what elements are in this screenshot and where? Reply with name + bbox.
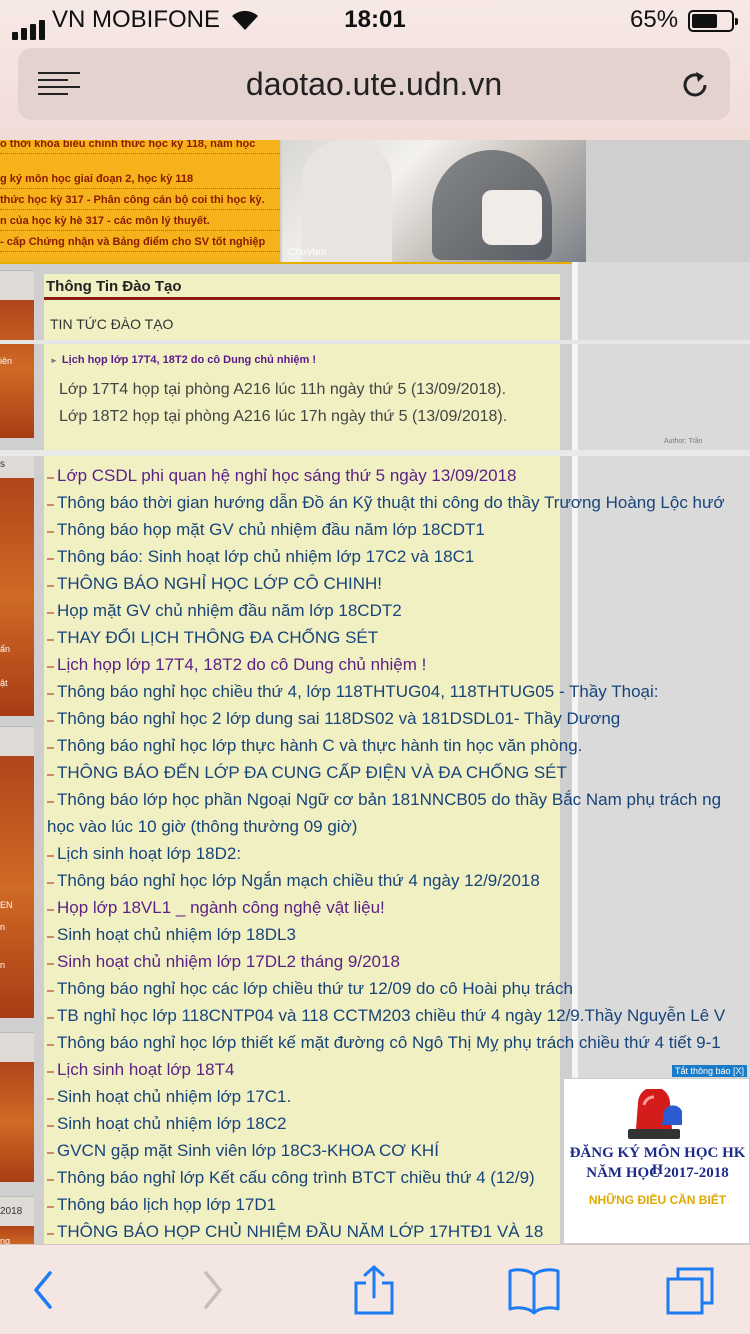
news-item[interactable]: Thông báo nghỉ học lớp Ngắn mạch chiều t… bbox=[47, 867, 750, 894]
status-bar: VN MOBIFONE 18:01 65% bbox=[0, 0, 750, 42]
sidebar-block[interactable]: iên bbox=[0, 300, 34, 438]
banner-divider bbox=[0, 262, 586, 264]
photo-watermark: ChoVam bbox=[288, 247, 327, 258]
news-item-continuation[interactable]: học vào lúc 10 giờ (thông thường 09 giờ) bbox=[47, 813, 750, 840]
bookmarks-icon[interactable] bbox=[504, 1265, 564, 1315]
browser-chrome-top: VN MOBIFONE 18:01 65% daotao.ute.udn.vn bbox=[0, 0, 750, 140]
banner-news-item[interactable]: thức học kỳ 317 - Phân công cán bộ coi t… bbox=[0, 192, 280, 210]
forward-icon[interactable] bbox=[182, 1265, 242, 1315]
news-item[interactable]: Thông báo nghỉ học các lớp chiều thứ tư … bbox=[47, 975, 750, 1002]
subsection-title: TIN TỨC ĐÀO TẠO bbox=[50, 316, 174, 332]
sidebar-fragment: n bbox=[0, 922, 6, 932]
news-item[interactable]: TB nghỉ học lớp 118CNTP04 và 118 CCTM203… bbox=[47, 1002, 750, 1029]
sidebar-fragment: iên bbox=[0, 356, 13, 366]
news-item[interactable]: THÔNG BÁO NGHỈ HỌC LỚP CÔ CHINH! bbox=[47, 570, 750, 597]
featured-line: Lớp 17T4 họp tại phòng A216 lúc 11h ngày… bbox=[59, 381, 507, 398]
section-title: Thông Tin Đào Tạo bbox=[46, 278, 182, 295]
sidebar-block[interactable]: EN n n bbox=[0, 756, 34, 1018]
sidebar-fragment: ng bbox=[0, 1236, 11, 1244]
sidebar-block[interactable]: ẩn ật bbox=[0, 478, 34, 716]
banner-news-item[interactable]: g ký môn học giai đoạn 2, học kỳ 118 bbox=[0, 171, 280, 189]
section-rule bbox=[44, 297, 560, 300]
sidebar-fragment: n bbox=[0, 960, 6, 970]
news-item[interactable]: Sinh hoạt chủ nhiệm lớp 17DL2 tháng 9/20… bbox=[47, 948, 750, 975]
banner-news-item[interactable]: o thời khóa biểu chính thức học kỳ 118, … bbox=[0, 140, 280, 154]
sidebar-block[interactable]: ng bbox=[0, 1226, 34, 1244]
news-item[interactable]: Lịch họp lớp 17T4, 18T2 do cô Dung chủ n… bbox=[47, 651, 750, 678]
battery-percent: 65% bbox=[630, 6, 679, 33]
left-sidebar: iên s ẩn ật EN n n 2018 ng bbox=[0, 270, 34, 1244]
featured-divider bbox=[0, 450, 750, 456]
featured-line: Lớp 18T2 họp tại phòng A216 lúc 17h ngày… bbox=[59, 408, 508, 425]
news-item[interactable]: Thông báo họp mặt GV chủ nhiệm đầu năm l… bbox=[47, 516, 750, 543]
featured-news-link[interactable]: Lịch họp lớp 17T4, 18T2 do cô Dung chủ n… bbox=[50, 354, 316, 366]
subsection-divider bbox=[0, 340, 750, 344]
banner-photo: ChoVam bbox=[282, 140, 586, 262]
news-item[interactable]: Thông báo nghỉ học 2 lớp dung sai 118DS0… bbox=[47, 705, 750, 732]
sidebar-header: 2018 bbox=[0, 1196, 34, 1226]
sidebar-block[interactable] bbox=[0, 1062, 34, 1182]
announcement-popup[interactable]: Tắt thông báo [X] ĐĂNG KÝ MÔN HỌC HK II … bbox=[563, 1065, 750, 1244]
siren-icon bbox=[628, 1089, 682, 1139]
battery-icon bbox=[688, 10, 738, 32]
sidebar-fragment: ật bbox=[0, 678, 8, 688]
news-item[interactable]: Thông báo nghỉ học chiều thứ 4, lớp 118T… bbox=[47, 678, 750, 705]
news-item[interactable]: Sinh hoạt chủ nhiệm lớp 18DL3 bbox=[47, 921, 750, 948]
news-item[interactable]: THÔNG BÁO ĐẾN LỚP ĐA CUNG CẤP ĐIỆN VÀ ĐA… bbox=[47, 759, 750, 786]
news-item[interactable]: Họp mặt GV chủ nhiệm đầu năm lớp 18CDT2 bbox=[47, 597, 750, 624]
news-item[interactable]: Lịch sinh hoạt lớp 18D2: bbox=[47, 840, 750, 867]
news-item[interactable]: Họp lớp 18VL1 _ ngành công nghệ vật liệu… bbox=[47, 894, 750, 921]
popup-line-3: NHỮNG ĐIỀU CẦN BIẾT bbox=[588, 1193, 727, 1207]
news-item[interactable]: Thông báo nghỉ học lớp thực hành C và th… bbox=[47, 732, 750, 759]
news-item[interactable]: Thông báo thời gian hướng dẫn Đồ án Kỹ t… bbox=[47, 489, 750, 516]
banner-news-list: o thời khóa biểu chính thức học kỳ 118, … bbox=[0, 140, 280, 262]
address-bar[interactable]: daotao.ute.udn.vn bbox=[18, 48, 730, 120]
web-page: o thời khóa biểu chính thức học kỳ 118, … bbox=[0, 140, 750, 1244]
back-icon[interactable] bbox=[14, 1265, 74, 1315]
sidebar-fragment: EN bbox=[0, 900, 13, 910]
sidebar-header bbox=[0, 270, 34, 300]
sidebar-fragment: ẩn bbox=[0, 644, 11, 654]
sidebar-fragment: s bbox=[0, 459, 5, 470]
sidebar-header bbox=[0, 1032, 34, 1062]
url-text[interactable]: daotao.ute.udn.vn bbox=[18, 66, 730, 103]
news-item[interactable]: THAY ĐỔI LỊCH THÔNG ĐA CHỐNG SÉT bbox=[47, 624, 750, 651]
sidebar-fragment: 2018 bbox=[0, 1206, 23, 1217]
news-item[interactable]: Lớp CSDL phi quan hệ nghỉ học sáng thứ 5… bbox=[47, 462, 750, 489]
reload-icon[interactable] bbox=[678, 68, 712, 102]
news-item[interactable]: Thông báo: Sinh hoạt lớp chủ nhiệm lớp 1… bbox=[47, 543, 750, 570]
banner-news-item[interactable]: n của học kỳ hè 317 - các môn lý thuyết. bbox=[0, 213, 280, 231]
popup-line-2: NĂM HỌC 2017-2018 bbox=[586, 1165, 729, 1181]
news-item[interactable]: Thông báo lớp học phần Ngoại Ngữ cơ bản … bbox=[47, 786, 750, 813]
banner-news-item[interactable]: - cấp Chứng nhận và Bảng điểm cho SV tốt… bbox=[0, 234, 280, 252]
share-icon[interactable] bbox=[344, 1265, 404, 1315]
sidebar-header bbox=[0, 726, 34, 756]
popup-close-button[interactable]: Tắt thông báo [X] bbox=[671, 1065, 747, 1077]
news-item[interactable]: Thông báo nghỉ học lớp thiết kế mặt đườn… bbox=[47, 1029, 750, 1056]
author-note: Author: Trần bbox=[664, 438, 703, 445]
tabs-icon[interactable] bbox=[664, 1265, 724, 1315]
browser-toolbar bbox=[0, 1244, 750, 1334]
